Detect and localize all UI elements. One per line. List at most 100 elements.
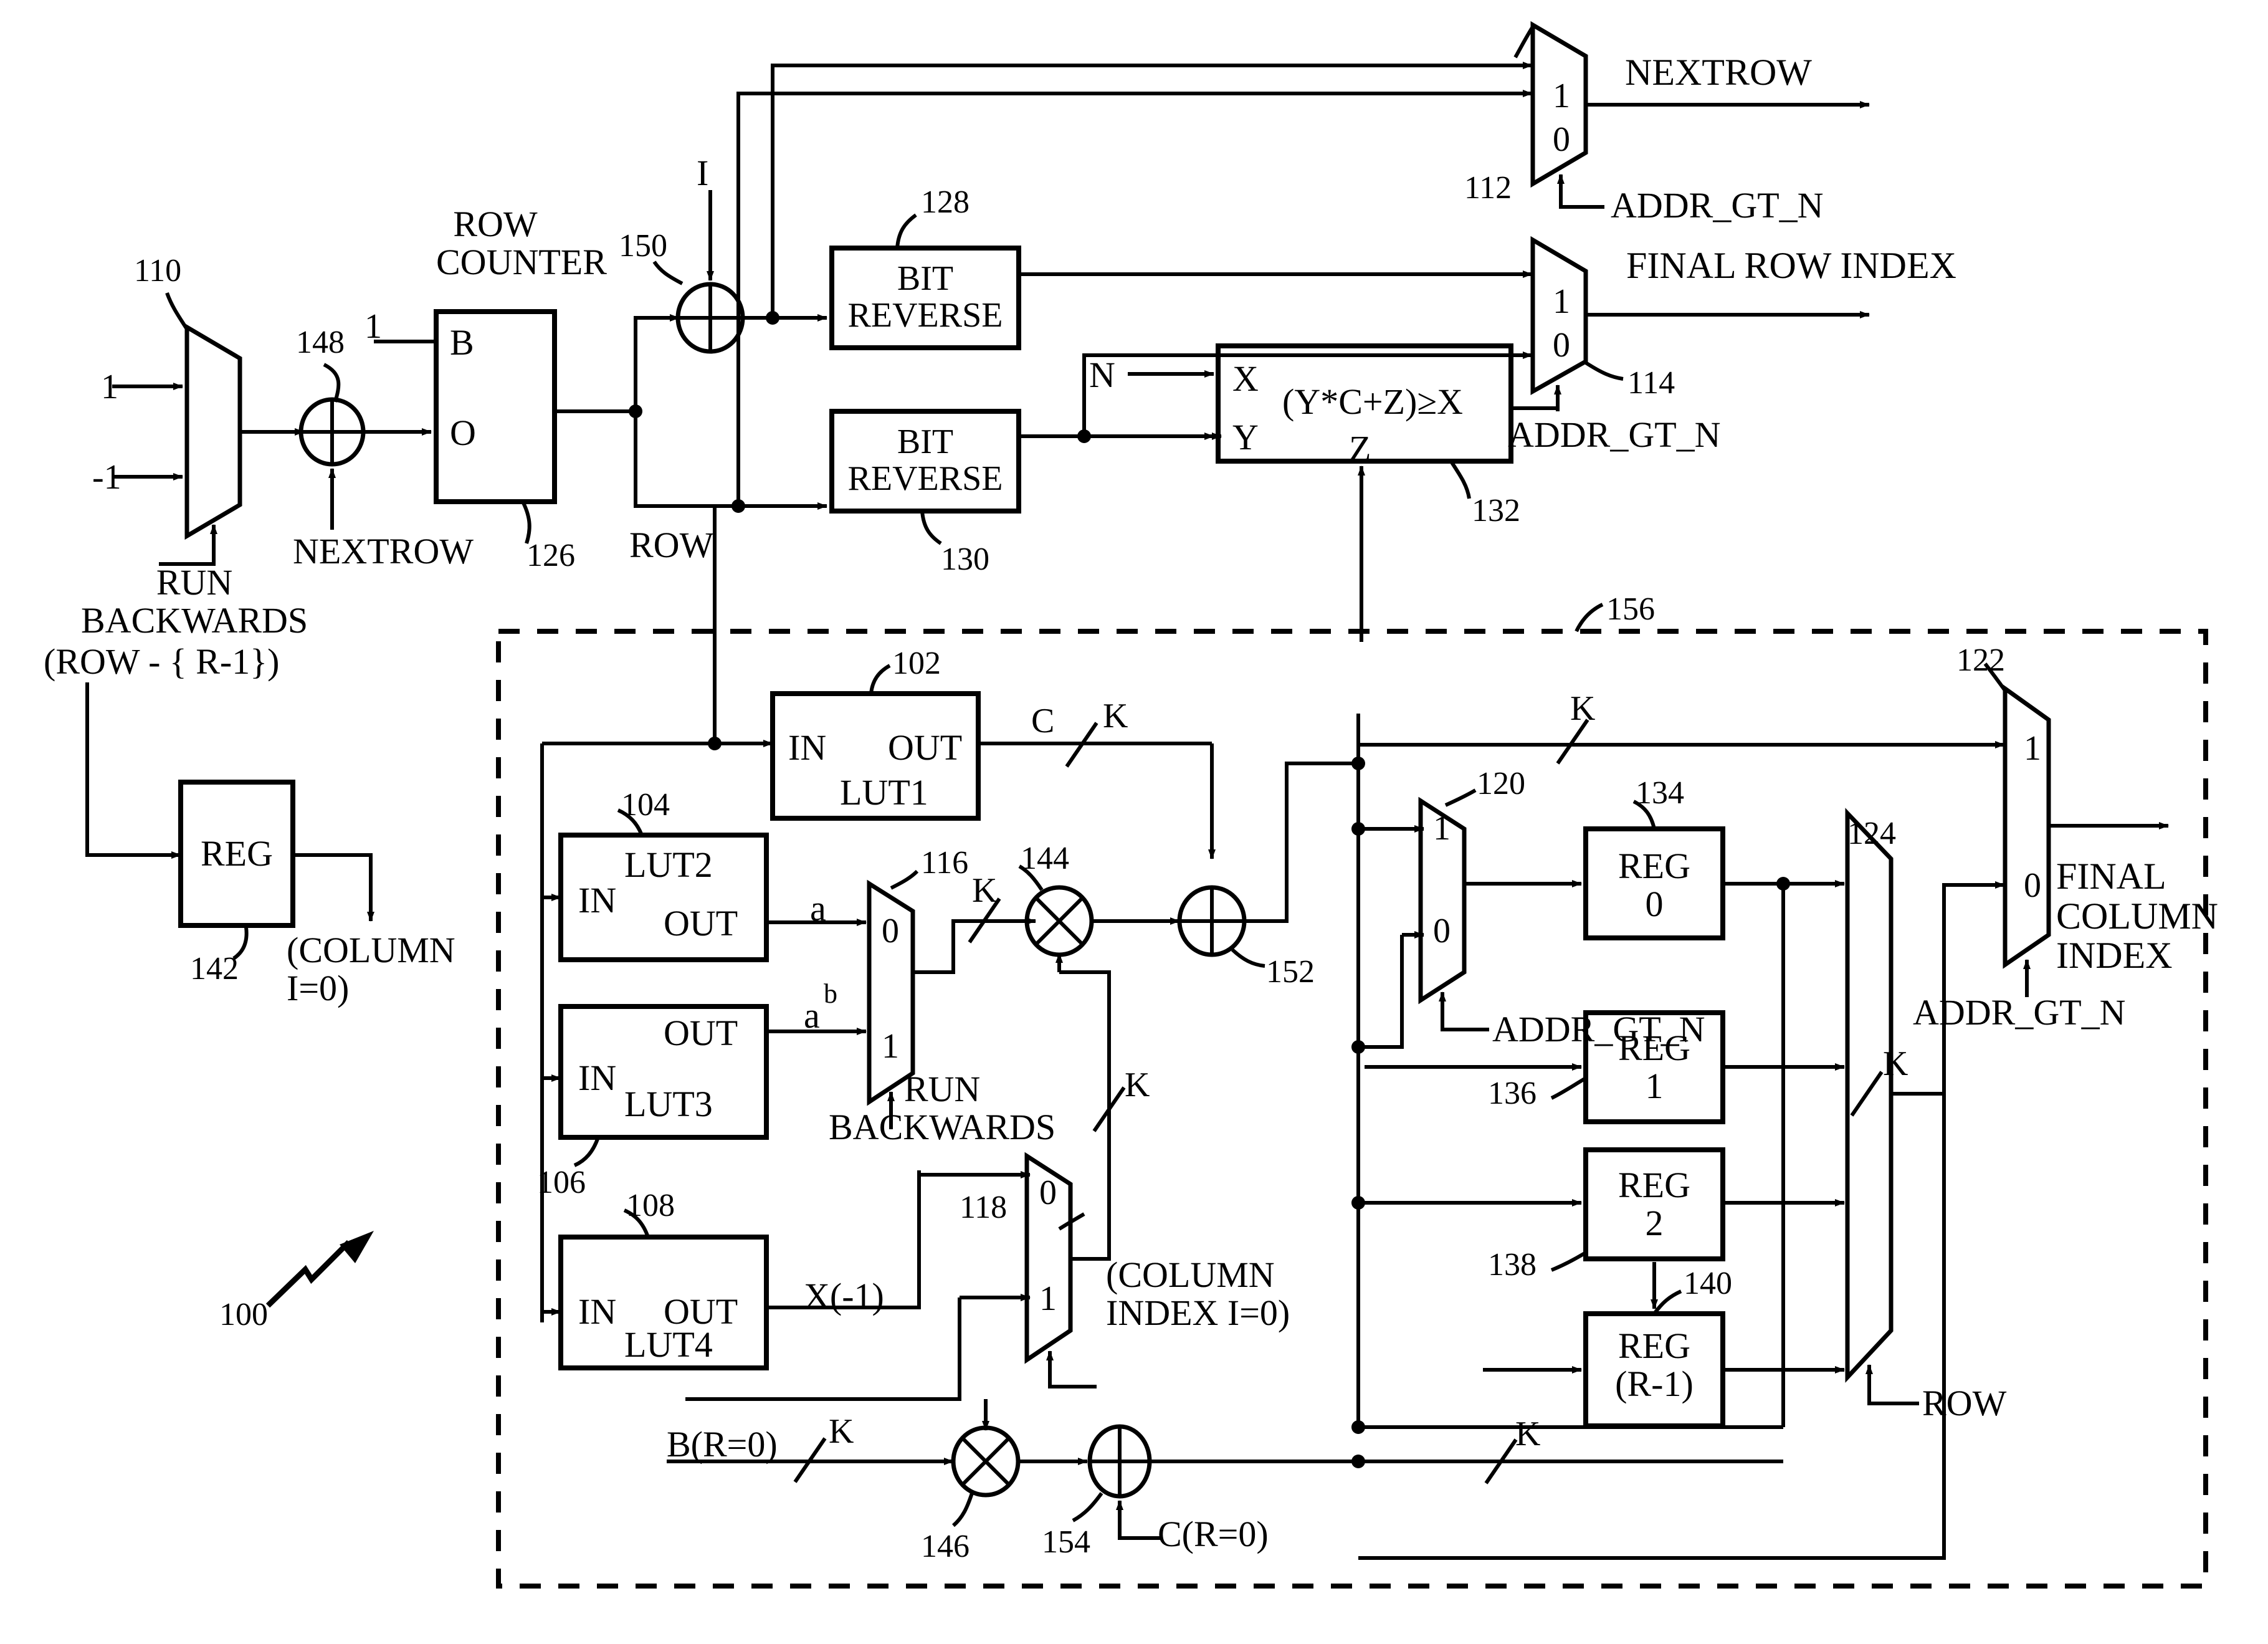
lut1-name: LUT1 <box>840 772 928 813</box>
lut4-name: LUT4 <box>624 1324 713 1365</box>
lut3-in-port: IN <box>578 1058 617 1098</box>
mux116-input-0: 0 <box>882 912 899 950</box>
ref-108: 108 <box>626 1188 675 1223</box>
reg1-label: REG 1 <box>1618 1028 1690 1106</box>
reg142-label: REG <box>201 833 273 874</box>
row-minus-r1-label: (ROW - { R-1}) <box>44 641 280 682</box>
row-signal-label: ROW <box>629 525 714 565</box>
ref-118: 118 <box>960 1190 1008 1225</box>
ref-120: 120 <box>1477 766 1525 801</box>
ref-150: 150 <box>619 228 667 264</box>
ref-100: 100 <box>219 1297 268 1332</box>
lut3-out-port: OUT <box>664 1013 738 1053</box>
row-counter-port-b: B <box>450 322 474 363</box>
mux112-select-label: ADDR_GT_N <box>1611 185 1824 226</box>
ref-140: 140 <box>1684 1266 1732 1301</box>
comparator-port-x: X <box>1232 358 1259 399</box>
mux120-input-0: 0 <box>1433 912 1451 950</box>
lut4-in-port: IN <box>578 1291 617 1332</box>
ref-156: 156 <box>1606 591 1655 627</box>
bus-k-label-4: K <box>1570 689 1596 728</box>
mux114-input-1: 1 <box>1553 282 1570 321</box>
ref-142: 142 <box>190 951 239 987</box>
lut2-in-port: IN <box>578 880 617 920</box>
figure-pointer-arrow <box>265 1231 374 1308</box>
mux116-select-label: RUN BACKWARDS <box>829 1069 1056 1147</box>
bus-k-label-5: K <box>1883 1044 1908 1083</box>
mux122-input-1: 1 <box>2024 729 2041 768</box>
bus-k-label-1: K <box>1103 697 1128 735</box>
ref-130: 130 <box>941 542 989 577</box>
nextrow-output-label: NEXTROW <box>1625 52 1812 93</box>
mux118-select-label: (COLUMN INDEX I=0) <box>1106 1255 1290 1334</box>
mux114-input-0: 0 <box>1553 326 1570 365</box>
mux122-select-label: ADDR_GT_N <box>1913 992 2126 1033</box>
bus-k-label-7: K <box>1515 1415 1541 1453</box>
lut1-in-port: IN <box>788 727 827 768</box>
reg2-label: REG 2 <box>1618 1165 1690 1243</box>
ref-144: 144 <box>1021 841 1069 876</box>
lut1-out-port: OUT <box>888 727 963 768</box>
mux112-input-0: 0 <box>1553 120 1570 159</box>
row-counter-title: ROW COUNTER <box>436 204 607 282</box>
final-column-index-output-label: FINAL COLUMN INDEX <box>2056 856 2219 977</box>
lut3-out-a-label: a <box>804 995 820 1036</box>
row-counter-port-o: O <box>450 413 476 453</box>
lut3-out-b-superscript: b <box>824 978 837 1009</box>
ref-138: 138 <box>1488 1247 1537 1283</box>
ref-128: 128 <box>921 184 970 220</box>
column-i0-output-label: (COLUMN I=0) <box>287 930 455 1008</box>
lut2-out-port: OUT <box>664 903 738 944</box>
mux124-select-label: ROW <box>1922 1383 2007 1423</box>
lut4-out-signal-label: X(-1) <box>804 1276 884 1316</box>
c-r0-label: C(R=0) <box>1158 1514 1269 1554</box>
ref-136: 136 <box>1488 1076 1537 1111</box>
mux114-select-label: ADDR_GT_N <box>1508 414 1721 455</box>
bus-k-label-6: K <box>829 1412 854 1451</box>
mux112-input-1: 1 <box>1553 77 1570 115</box>
comparator-expression: (Y*C+Z)≥X <box>1282 381 1464 422</box>
mux116-input-1: 1 <box>882 1027 899 1066</box>
comparator-port-y: Y <box>1232 417 1259 457</box>
final-row-index-output-label: FINAL ROW INDEX <box>1626 245 1956 286</box>
ref-134: 134 <box>1636 775 1684 811</box>
const-minus-one-label: -1 <box>92 458 122 497</box>
ref-126: 126 <box>526 538 575 573</box>
bus-k-label-2: K <box>972 871 998 910</box>
ref-152: 152 <box>1266 954 1315 990</box>
ref-146: 146 <box>921 1529 970 1564</box>
ref-116: 116 <box>921 845 969 881</box>
input-I-label: I <box>697 153 709 193</box>
input-N-label: N <box>1089 355 1115 395</box>
ref-106: 106 <box>537 1165 586 1200</box>
bit-reverse-bottom-label: BIT REVERSE <box>847 423 1003 498</box>
bus-c-label: C <box>1031 702 1055 740</box>
mux122-input-0: 0 <box>2024 866 2041 905</box>
ref-104: 104 <box>621 787 670 823</box>
comparator-port-z: Z <box>1349 428 1371 469</box>
nextrow-input-label: NEXTROW <box>293 531 474 571</box>
bus-k-label-3: K <box>1125 1066 1150 1104</box>
ref-112: 112 <box>1464 170 1512 206</box>
ref-154: 154 <box>1042 1524 1090 1560</box>
regR1-label: REG (R-1) <box>1615 1326 1694 1404</box>
bit-reverse-top-label: BIT REVERSE <box>847 259 1003 335</box>
ref-114: 114 <box>1627 365 1675 401</box>
ref-124: 124 <box>1847 816 1896 851</box>
mux118-input-1: 1 <box>1039 1279 1057 1318</box>
ref-122: 122 <box>1956 643 2005 678</box>
mux118-input-0: 0 <box>1039 1173 1057 1212</box>
const-one-b-label: 1 <box>364 307 382 346</box>
mux110-select-label: RUN BACKWARDS <box>81 562 308 641</box>
ref-148: 148 <box>296 325 345 360</box>
lut2-out-a-label: a <box>810 888 826 929</box>
ref-102: 102 <box>892 646 941 681</box>
lut3-name: LUT3 <box>624 1084 713 1124</box>
ref-132: 132 <box>1472 493 1520 528</box>
ref-110: 110 <box>134 253 182 289</box>
patent-figure-block-diagram: 110 148 126 150 128 130 132 112 114 142 … <box>0 0 2268 1644</box>
mux120-input-1: 1 <box>1433 809 1451 848</box>
reg0-label: REG 0 <box>1618 846 1690 924</box>
const-one-label: 1 <box>101 368 118 406</box>
b-r0-label: B(R=0) <box>667 1424 778 1465</box>
